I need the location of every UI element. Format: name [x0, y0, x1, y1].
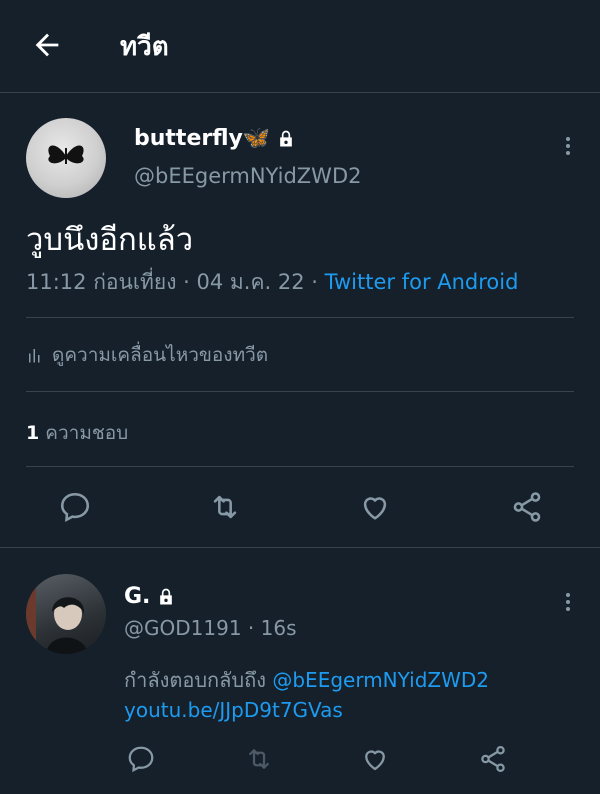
tweet-metadata: 11:12 ก่อนเที่ยง · 04 ม.ค. 22 · Twitter … — [26, 266, 518, 299]
divider — [26, 391, 574, 392]
more-options-icon[interactable] — [556, 134, 580, 158]
like-icon[interactable] — [358, 490, 392, 524]
avatar[interactable] — [26, 574, 106, 654]
tweet-source[interactable]: Twitter for Android — [325, 270, 519, 294]
bar-chart-icon — [29, 349, 40, 363]
user-handle[interactable]: @bEEgermNYidZWD2 — [134, 164, 361, 188]
butterfly-avatar-image — [48, 145, 84, 164]
lock-icon — [280, 130, 293, 147]
reply-display-name[interactable]: G. — [124, 584, 176, 609]
tweet-time[interactable]: 11:12 ก่อนเที่ยง — [26, 270, 176, 294]
like-label: ความชอบ — [45, 422, 129, 444]
meta-separator: · — [183, 270, 190, 294]
reply-icon[interactable] — [126, 744, 156, 774]
replying-label: กำลังตอบกลับถึง — [124, 668, 266, 692]
like-icon[interactable] — [360, 744, 390, 774]
lock-icon — [160, 588, 173, 605]
arrow-left-icon[interactable] — [30, 28, 64, 62]
reply-icon[interactable] — [58, 490, 92, 524]
retweet-icon[interactable] — [244, 744, 274, 774]
reply-handle[interactable]: @GOD1191 — [124, 616, 242, 640]
divider — [26, 466, 574, 467]
top-bar: ทวีต — [0, 0, 600, 93]
tweet-activity-link[interactable]: ดูความเคลื่อนไหวของทวีต — [26, 340, 268, 370]
mention-link[interactable]: @bEEgermNYidZWD2 — [272, 668, 489, 692]
share-icon[interactable] — [478, 744, 508, 774]
replying-to: กำลังตอบกลับถึง @bEEgermNYidZWD2 — [124, 664, 489, 696]
reply-handle-line: @GOD1191 · 16s — [124, 616, 297, 640]
share-icon[interactable] — [510, 490, 544, 524]
user-avatar-image — [26, 574, 88, 654]
meta-separator: · — [247, 616, 255, 640]
retweet-icon[interactable] — [208, 490, 242, 524]
more-options-icon[interactable] — [556, 590, 580, 614]
reply-link[interactable]: youtu.be/JJpD9t7GVas — [124, 698, 343, 722]
avatar[interactable] — [26, 118, 106, 198]
tweet-date[interactable]: 04 ม.ค. 22 — [197, 270, 305, 294]
likes-count-link[interactable]: 1 ความชอบ — [26, 418, 128, 448]
page-title: ทวีต — [120, 32, 169, 62]
display-name[interactable]: butterfly🦋 — [134, 126, 296, 151]
divider — [0, 547, 600, 548]
tweet-text: วูบนึงอีกแล้ว — [26, 222, 194, 258]
divider — [26, 317, 574, 318]
activity-label: ดูความเคลื่อนไหวของทวีต — [52, 344, 269, 366]
like-count: 1 — [26, 422, 40, 444]
meta-separator: · — [311, 270, 318, 294]
reply-time[interactable]: 16s — [261, 616, 297, 640]
